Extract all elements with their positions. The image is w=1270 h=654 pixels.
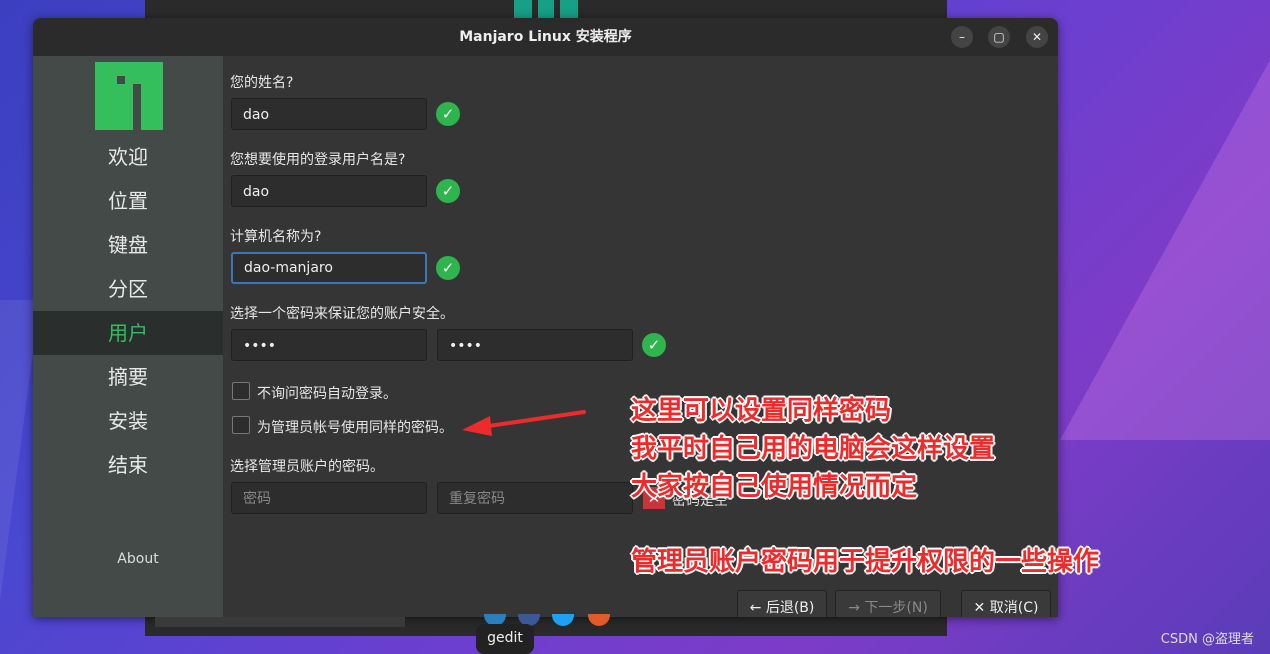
password-repeat-field[interactable]: •••• (437, 329, 633, 361)
annotation-line-1: 这里可以设置同样密码 (631, 396, 892, 426)
titlebar: Manjaro Linux 安装程序 – ▢ ✕ (33, 18, 1058, 56)
next-button[interactable]: → 下一步(N) (835, 590, 941, 617)
installer-window: Manjaro Linux 安装程序 – ▢ ✕ 欢迎 位置 键盘 分区 用户 … (33, 18, 1058, 617)
wallpaper-shape (1060, 60, 1270, 440)
same-password-checkbox[interactable] (232, 416, 250, 434)
maximize-button[interactable]: ▢ (988, 26, 1010, 48)
name-field[interactable]: dao (231, 98, 427, 130)
watermark: CSDN @盗理者 (1160, 632, 1254, 647)
minimize-button[interactable]: – (951, 26, 973, 48)
admin-password-repeat-field[interactable]: 重复密码 (437, 482, 633, 514)
autologin-label: 不询问密码自动登录。 (257, 386, 397, 402)
sidebar-item-finish[interactable]: 结束 (33, 443, 223, 487)
password-label: 选择一个密码来保证您的账户安全。 (230, 306, 454, 322)
arrow-left-icon: ← (749, 600, 762, 616)
annotation-line-3: 大家按自己使用情况而定 (631, 472, 918, 502)
sidebar-item-partitions[interactable]: 分区 (33, 267, 223, 311)
sidebar: 欢迎 位置 键盘 分区 用户 摘要 安装 结束 (33, 56, 223, 617)
name-label: 您的姓名? (230, 75, 294, 91)
next-button-label: 下一步(N) (864, 600, 928, 616)
dock-tooltip: gedit (476, 624, 534, 654)
arrow-right-icon: → (848, 600, 860, 616)
sidebar-item-welcome[interactable]: 欢迎 (33, 135, 223, 179)
back-button-label: 后退(B) (765, 600, 815, 616)
check-icon: ✓ (436, 179, 460, 203)
autologin-checkbox[interactable] (232, 382, 250, 400)
close-button[interactable]: ✕ (1026, 26, 1048, 48)
annotation-arrow-icon (462, 410, 586, 436)
sidebar-item-summary[interactable]: 摘要 (33, 355, 223, 399)
cancel-button-label: 取消(C) (989, 600, 1039, 616)
sidebar-item-users[interactable]: 用户 (33, 311, 223, 355)
annotation-line-4: 管理员账户密码用于提升权限的一些操作 (631, 547, 1100, 577)
sidebar-item-location[interactable]: 位置 (33, 179, 223, 223)
manjaro-logo (95, 62, 163, 130)
check-icon: ✓ (436, 256, 460, 280)
back-button[interactable]: ← 后退(B) (737, 590, 827, 617)
hostname-field[interactable]: dao-manjaro (231, 252, 427, 284)
password-field[interactable]: •••• (231, 329, 427, 361)
check-icon: ✓ (642, 333, 666, 357)
window-title: Manjaro Linux 安装程序 (459, 29, 632, 45)
same-password-label: 为管理员帐号使用同样的密码。 (257, 420, 453, 436)
admin-password-label: 选择管理员账户的密码。 (230, 459, 384, 475)
users-page: 您的姓名? dao ✓ 您想要使用的登录用户名是? dao ✓ 计算机名称为? … (223, 56, 1058, 617)
hostname-label: 计算机名称为? (230, 229, 322, 245)
background-manjaro-logo (514, 0, 578, 18)
dock-bar (155, 617, 405, 627)
sidebar-item-keyboard[interactable]: 键盘 (33, 223, 223, 267)
admin-password-field[interactable]: 密码 (231, 482, 427, 514)
sidebar-item-install[interactable]: 安装 (33, 399, 223, 443)
about-button[interactable]: About (33, 551, 243, 567)
username-field[interactable]: dao (231, 175, 427, 207)
close-icon: ✕ (973, 600, 986, 616)
cancel-button[interactable]: ✕ 取消(C) (961, 590, 1051, 617)
annotation-line-2: 我平时自己用的电脑会这样设置 (631, 434, 996, 464)
check-icon: ✓ (436, 102, 460, 126)
username-label: 您想要使用的登录用户名是? (230, 152, 406, 168)
